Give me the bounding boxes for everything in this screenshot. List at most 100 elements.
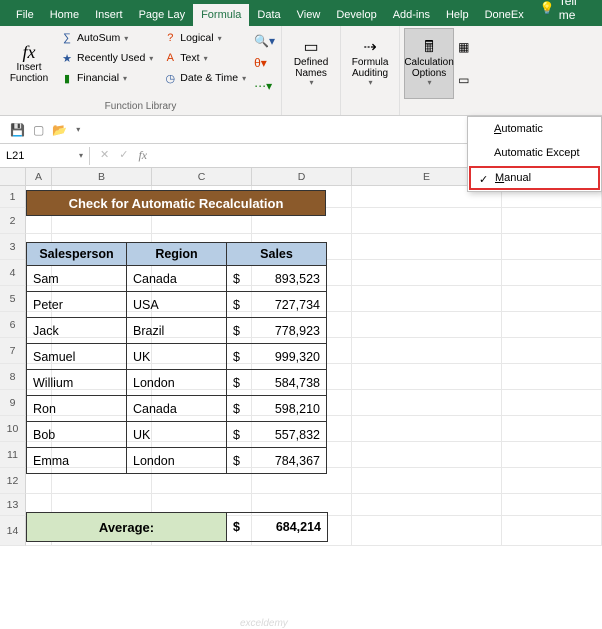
cell-sales[interactable]: $784,367 <box>227 448 327 474</box>
select-all-corner[interactable] <box>0 168 26 185</box>
cell-salesperson[interactable]: Peter <box>27 292 127 318</box>
recently-used-button[interactable]: ★Recently Used▾ <box>56 48 157 68</box>
cell-region[interactable]: London <box>127 370 227 396</box>
text-button[interactable]: AText▾ <box>159 48 250 68</box>
date-time-button[interactable]: ◷Date & Time▾ <box>159 68 250 88</box>
cell[interactable] <box>502 208 602 234</box>
cell[interactable] <box>502 364 602 390</box>
cell-salesperson[interactable]: Ron <box>27 396 127 422</box>
row-head[interactable]: 6 <box>0 312 26 338</box>
cell-sales[interactable]: $557,832 <box>227 422 327 448</box>
cell[interactable] <box>352 338 502 364</box>
row-head[interactable]: 2 <box>0 208 26 234</box>
row-head[interactable]: 13 <box>0 494 26 516</box>
cell-salesperson[interactable]: Samuel <box>27 344 127 370</box>
menu-manual[interactable]: ManualManual <box>469 166 600 190</box>
cell-region[interactable]: UK <box>127 422 227 448</box>
financial-button[interactable]: ▮Financial▾ <box>56 68 157 88</box>
open-icon[interactable]: 📂 <box>52 123 67 137</box>
cell[interactable] <box>352 416 502 442</box>
tell-me[interactable]: 💡 Tell me <box>532 0 602 26</box>
cell-salesperson[interactable]: Jack <box>27 318 127 344</box>
menu-automatic-except[interactable]: Automatic Except <box>468 141 601 165</box>
row-head[interactable]: 12 <box>0 468 26 494</box>
save-icon[interactable]: 💾 <box>10 123 25 137</box>
calc-now-icon[interactable]: ▦ <box>458 40 469 54</box>
cell[interactable] <box>352 442 502 468</box>
tab-doneex[interactable]: DoneEx <box>477 4 532 26</box>
fx-icon[interactable]: fx <box>138 148 147 163</box>
col-head-d[interactable]: D <box>252 168 352 185</box>
cell[interactable] <box>502 442 602 468</box>
tab-home[interactable]: Home <box>42 4 87 26</box>
row-head[interactable]: 5 <box>0 286 26 312</box>
row-head[interactable]: 11 <box>0 442 26 468</box>
tab-formulas[interactable]: Formula <box>193 4 249 26</box>
cell[interactable] <box>352 312 502 338</box>
cell-sales[interactable]: $584,738 <box>227 370 327 396</box>
calc-sheet-icon[interactable]: ▭ <box>458 73 469 87</box>
new-icon[interactable]: ▢ <box>33 123 44 137</box>
cell-sales[interactable]: $999,320 <box>227 344 327 370</box>
name-box[interactable]: L21 ▾ <box>0 147 90 165</box>
cell-region[interactable]: London <box>127 448 227 474</box>
insert-function-button[interactable]: fx Insert Function <box>4 28 54 99</box>
cell-region[interactable]: Canada <box>127 266 227 292</box>
cell[interactable] <box>502 338 602 364</box>
cell[interactable] <box>502 390 602 416</box>
enter-icon[interactable]: ✓ <box>119 148 128 163</box>
cell-sales[interactable]: $893,523 <box>227 266 327 292</box>
cell[interactable] <box>352 234 502 260</box>
row-head[interactable]: 8 <box>0 364 26 390</box>
row-head[interactable]: 9 <box>0 390 26 416</box>
cell[interactable] <box>502 516 602 546</box>
qat-more-icon[interactable]: ▾ <box>76 125 80 134</box>
cell-sales[interactable]: $778,923 <box>227 318 327 344</box>
tab-data[interactable]: Data <box>249 4 288 26</box>
cell[interactable] <box>352 494 502 516</box>
cell[interactable] <box>502 234 602 260</box>
cell-sales[interactable]: $598,210 <box>227 396 327 422</box>
cell[interactable] <box>352 260 502 286</box>
cell-salesperson[interactable]: Emma <box>27 448 127 474</box>
cell[interactable] <box>502 416 602 442</box>
row-head[interactable]: 10 <box>0 416 26 442</box>
cell-region[interactable]: Brazil <box>127 318 227 344</box>
cell[interactable] <box>502 286 602 312</box>
cell[interactable] <box>502 468 602 494</box>
lookup-icon[interactable]: 🔍▾ <box>254 34 275 48</box>
cell[interactable] <box>352 516 502 546</box>
tab-view[interactable]: View <box>289 4 329 26</box>
autosum-button[interactable]: ∑AutoSum▾ <box>56 28 157 48</box>
row-head[interactable]: 14 <box>0 516 26 546</box>
more-icon[interactable]: ⋯▾ <box>254 79 275 93</box>
cell-sales[interactable]: $727,734 <box>227 292 327 318</box>
logical-button[interactable]: ?Logical▾ <box>159 28 250 48</box>
math-icon[interactable]: θ▾ <box>254 56 275 70</box>
tab-developer[interactable]: Develop <box>328 4 384 26</box>
cell[interactable] <box>352 468 502 494</box>
tab-insert[interactable]: Insert <box>87 4 131 26</box>
cell[interactable] <box>502 312 602 338</box>
cell-region[interactable]: UK <box>127 344 227 370</box>
cell-region[interactable]: Canada <box>127 396 227 422</box>
cancel-icon[interactable]: ✕ <box>100 148 109 163</box>
cell-region[interactable]: USA <box>127 292 227 318</box>
defined-names-button[interactable]: ▭ Defined Names▾ <box>286 28 336 99</box>
row-head[interactable]: 3 <box>0 234 26 260</box>
cell-salesperson[interactable]: Bob <box>27 422 127 448</box>
col-head-b[interactable]: B <box>52 168 152 185</box>
menu-automatic[interactable]: AAutomaticutomatic <box>468 117 601 141</box>
cell[interactable] <box>352 208 502 234</box>
col-head-a[interactable]: A <box>26 168 52 185</box>
tab-addins[interactable]: Add-ins <box>385 4 438 26</box>
tab-help[interactable]: Help <box>438 4 477 26</box>
col-head-c[interactable]: C <box>152 168 252 185</box>
cell[interactable] <box>352 364 502 390</box>
row-head[interactable]: 1 <box>0 186 26 208</box>
cell-salesperson[interactable]: Willium <box>27 370 127 396</box>
row-head[interactable]: 4 <box>0 260 26 286</box>
calculation-options-button[interactable]: 🖩 Calculation Options▾ <box>404 28 454 99</box>
tab-file[interactable]: File <box>8 4 42 26</box>
cell[interactable] <box>502 494 602 516</box>
